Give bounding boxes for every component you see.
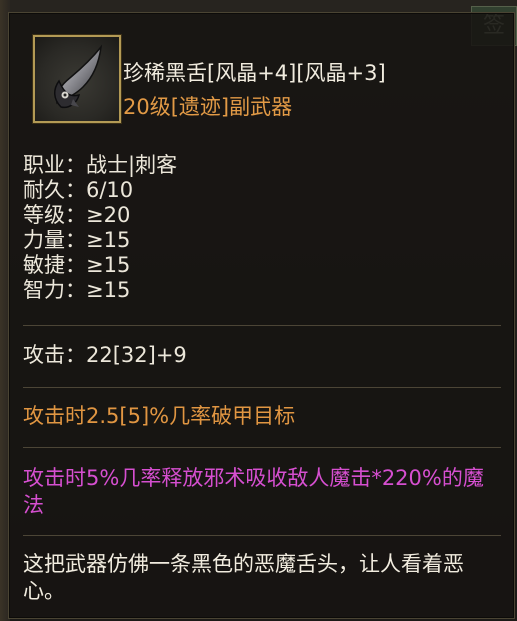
divider: [23, 325, 501, 326]
item-tooltip: 珍稀黑舌[风晶+4][风晶+3] 20级[遗迹]副武器 职业：战士|刺客 耐久：…: [8, 12, 515, 619]
stat-label: 耐久：: [23, 178, 86, 202]
stat-label: 敏捷：: [23, 253, 86, 277]
divider: [23, 387, 501, 388]
stat-row-class: 职业：战士|刺客: [23, 153, 177, 178]
stat-value: 6/10: [86, 178, 134, 202]
divider: [23, 535, 501, 536]
stat-row-durability: 耐久：6/10: [23, 178, 133, 203]
stat-value: ≥15: [86, 228, 131, 252]
stat-value: ≥15: [86, 278, 131, 302]
item-description: 这把武器仿佛一条黑色的恶魔舌头，让人看着恶心。: [23, 552, 464, 603]
black-tongue-blade-icon: [54, 44, 103, 109]
stat-row-intelligence: 智力：≥15: [23, 278, 130, 303]
game-screen: 签 珍稀黑舌[风晶+4][风晶+3] 20级[遗迹]副武器: [0, 0, 517, 621]
item-type: 20级[遗迹]副武器: [123, 95, 293, 119]
stat-value: ≥15: [86, 253, 131, 277]
effect-armor-break: 攻击时2.5[5]%几率破甲目标: [23, 404, 296, 428]
item-icon-frame: [33, 35, 121, 123]
effect-spell: 攻击时5%几率释放邪术吸收敌人魔击*220%的魔法: [23, 466, 484, 517]
stat-label: 智力：: [23, 278, 86, 302]
stat-row-level: 等级：≥20: [23, 203, 130, 228]
stat-value: ≥20: [86, 203, 131, 227]
stat-row-agility: 敏捷：≥15: [23, 253, 130, 278]
attack-label: 攻击：: [23, 343, 86, 367]
stat-row-strength: 力量：≥15: [23, 228, 130, 253]
item-name: 珍稀黑舌[风晶+4][风晶+3]: [123, 61, 386, 85]
divider: [23, 447, 501, 448]
stat-label: 等级：: [23, 203, 86, 227]
stat-value: 战士|刺客: [86, 153, 178, 177]
attack-row: 攻击：22[32]+9: [23, 343, 187, 368]
stat-label: 力量：: [23, 228, 86, 252]
attack-value: 22[32]+9: [86, 343, 187, 367]
stat-label: 职业：: [23, 153, 86, 177]
